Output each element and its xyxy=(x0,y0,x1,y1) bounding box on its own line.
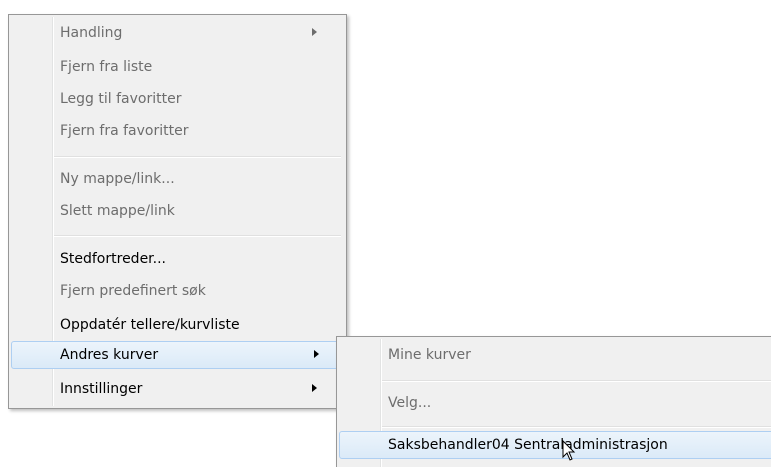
menu-item-label: Andres kurver xyxy=(60,347,159,363)
submenu-item-velg[interactable]: Velg... xyxy=(339,389,771,417)
menu-item-label: Slett mappe/link xyxy=(60,203,175,219)
menu-separator xyxy=(54,235,341,237)
menu-item-label: Oppdatér tellere/kurvliste xyxy=(60,317,240,333)
menu-item-label: Ny mappe/link... xyxy=(60,171,175,187)
menu-item-label: Legg til favoritter xyxy=(60,91,182,107)
menu-item-oppdater-tellere[interactable]: Oppdatér tellere/kurvliste xyxy=(11,311,342,339)
mouse-pointer-icon xyxy=(562,440,576,461)
submenu-item-label: Velg... xyxy=(388,395,432,411)
chevron-right-icon xyxy=(314,350,319,358)
menu-item-label: Handling xyxy=(60,25,123,41)
menu-separator xyxy=(382,426,771,428)
chevron-right-icon xyxy=(312,28,317,36)
chevron-right-icon xyxy=(312,384,317,392)
submenu-item-mine-kurver[interactable]: Mine kurver xyxy=(339,341,771,369)
menu-item-label: Stedfortreder... xyxy=(60,251,166,267)
submenu-andres-kurver: Mine kurver Velg... Saksbehandler04 Sent… xyxy=(336,336,771,467)
menu-item-fjern-fra-liste[interactable]: Fjern fra liste xyxy=(11,53,342,81)
menu-item-slett-mappe-link[interactable]: Slett mappe/link xyxy=(11,197,342,225)
menu-item-label: Fjern fra favoritter xyxy=(60,123,189,139)
menu-item-ny-mappe-link[interactable]: Ny mappe/link... xyxy=(11,165,342,193)
menu-item-label: Fjern predefinert søk xyxy=(60,283,206,299)
context-menu: Handling Fjern fra liste Legg til favori… xyxy=(8,14,347,409)
submenu-item-label: Mine kurver xyxy=(388,347,471,363)
menu-item-fjern-predefinert-sok[interactable]: Fjern predefinert søk xyxy=(11,277,342,305)
menu-item-legg-til-favoritter[interactable]: Legg til favoritter xyxy=(11,85,342,113)
menu-separator xyxy=(54,156,341,158)
menu-item-label: Innstillinger xyxy=(60,381,143,397)
menu-item-andres-kurver[interactable]: Andres kurver xyxy=(11,341,342,369)
menu-item-fjern-fra-favoritter[interactable]: Fjern fra favoritter xyxy=(11,117,342,145)
menu-item-innstillinger[interactable]: Innstillinger xyxy=(11,375,342,403)
menu-item-label: Fjern fra liste xyxy=(60,59,153,75)
submenu-item-saksbehandler04[interactable]: Saksbehandler04 Sentraladministrasjon xyxy=(339,431,771,459)
menu-item-stedfortreder[interactable]: Stedfortreder... xyxy=(11,245,342,273)
menu-separator xyxy=(382,380,771,382)
menu-item-handling[interactable]: Handling xyxy=(11,19,342,47)
submenu-item-label: Saksbehandler04 Sentraladministrasjon xyxy=(388,437,668,453)
